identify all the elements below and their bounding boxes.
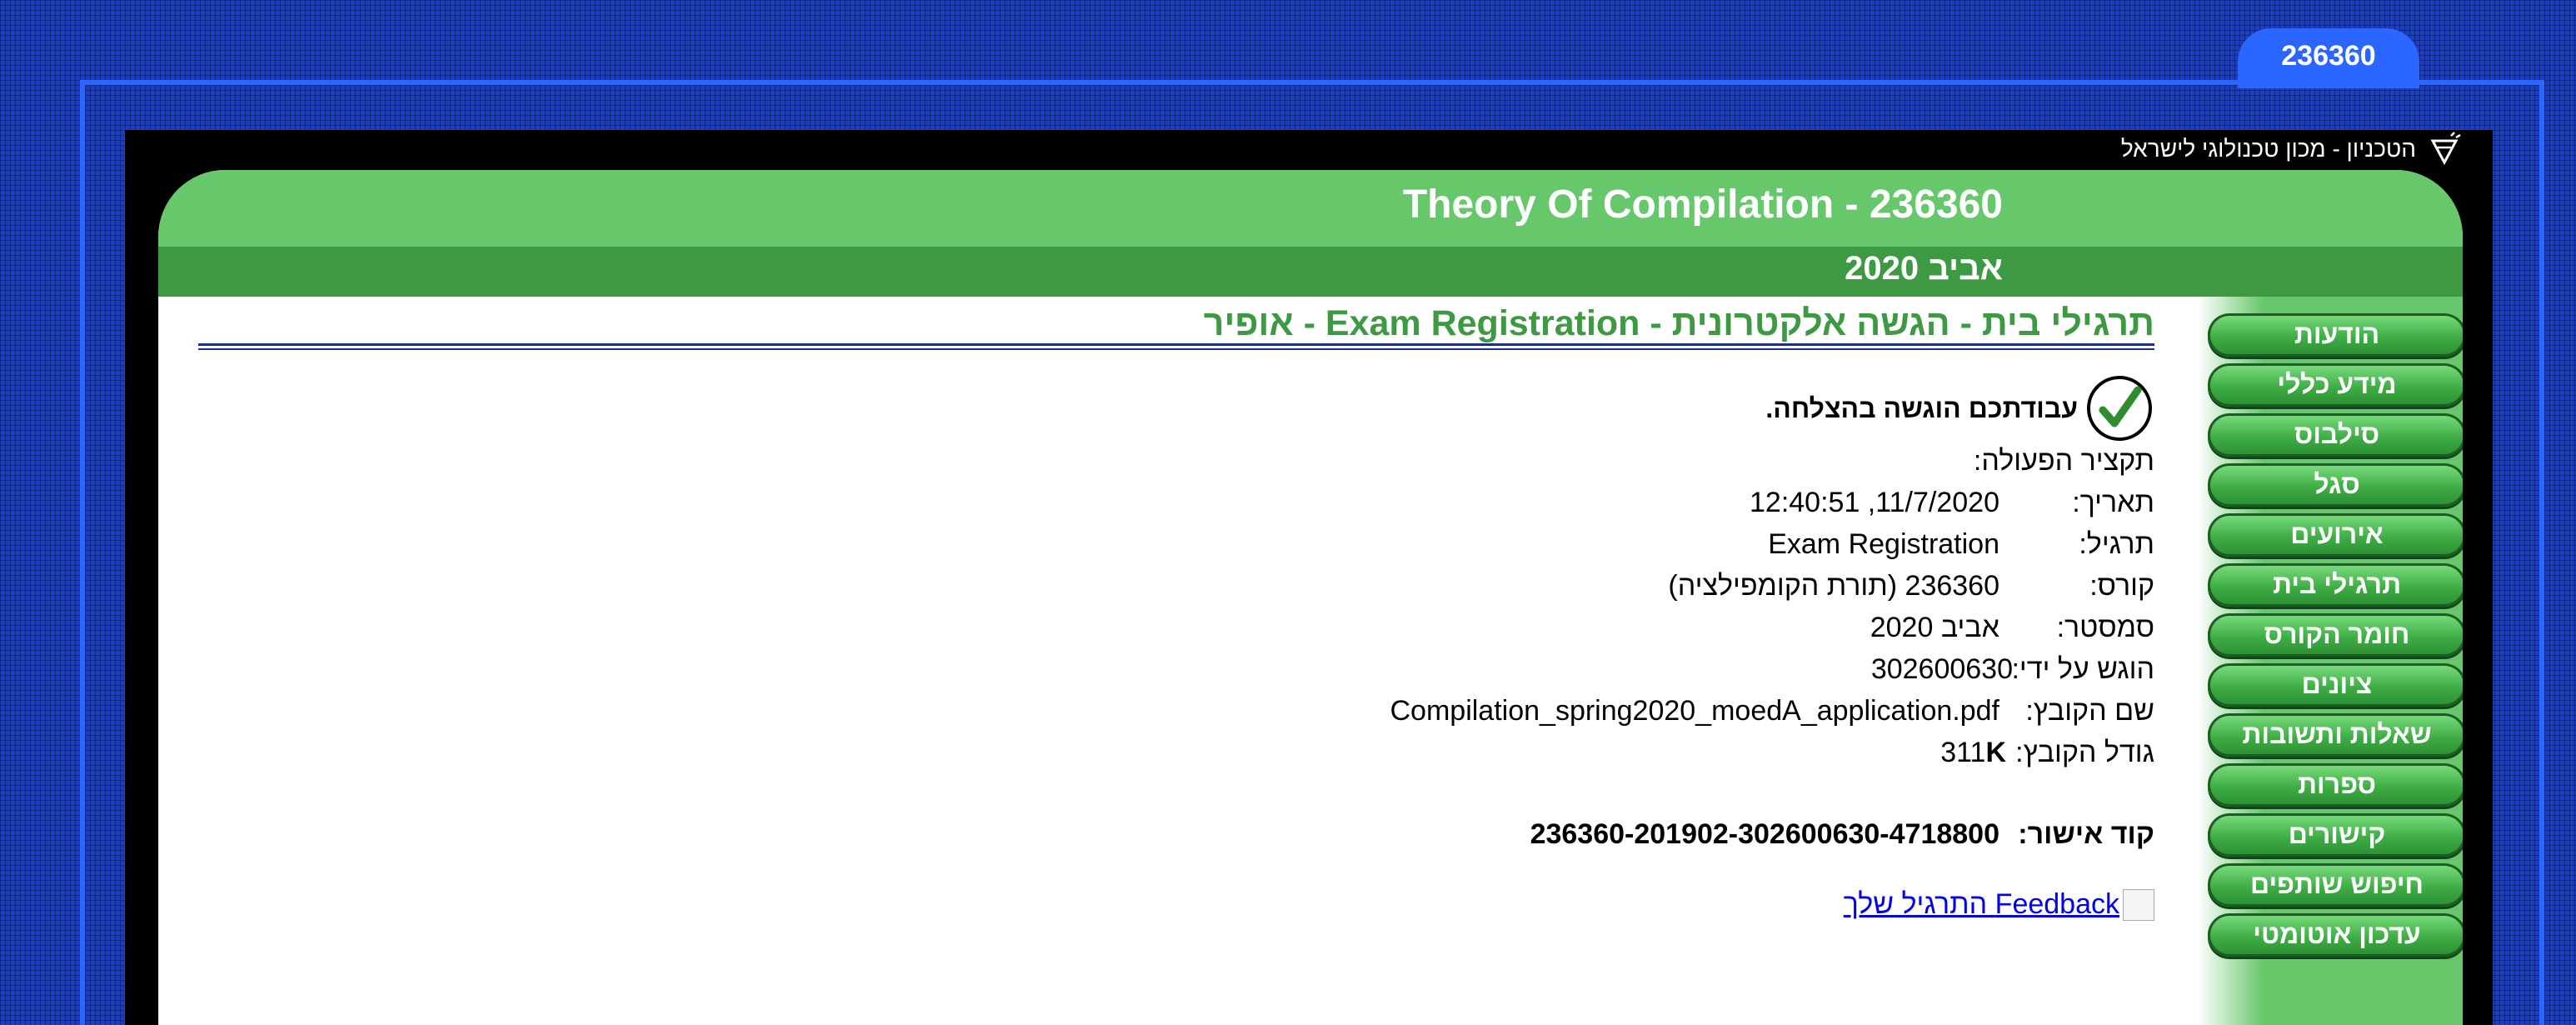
submitted-by-label: הוגש על ידי: (2011, 653, 2154, 685)
heading-divider (198, 343, 2154, 346)
filesize-number: 311 (1940, 737, 1986, 768)
feedback-area: Feedback התרגיל שלך (1844, 888, 2154, 921)
nav-syllabus[interactable]: סילבוס (2208, 413, 2463, 457)
course-label: קורס: (2089, 570, 2154, 602)
nav-announcements[interactable]: הודעות (2208, 313, 2463, 357)
checkmark-icon (2087, 376, 2152, 441)
filesize-unit: K (1985, 737, 2006, 768)
page-heading: תרגילי בית - הגשה אלקטרונית - Exam Regis… (1203, 303, 2154, 343)
nav-auto-update[interactable]: עדכון אוטומטי (2208, 913, 2463, 957)
nav-course-material[interactable]: חומר הקורס (2208, 613, 2463, 657)
exercise-value: Exam Registration (1768, 528, 1999, 560)
approval-code: 236360-201902-302600630-4718800 (1530, 818, 1999, 850)
main-content: Theory Of Compilation - 236360 אביב 2020… (158, 170, 2463, 1025)
semester-header: אביב 2020 (158, 247, 2463, 297)
date-value: 11/7/2020, 12:40:51 (1750, 487, 1999, 518)
filesize-value: 311K (1940, 737, 2006, 769)
nav-faq[interactable]: שאלות ותשובות (2208, 713, 2463, 757)
broken-image-icon (2123, 888, 2154, 921)
heading-divider-thin (198, 348, 2154, 350)
date-label: תאריך: (2072, 487, 2154, 518)
nav-general-info[interactable]: מידע כללי (2208, 363, 2463, 407)
institution-name: הטכניון - מכון טכנולוגי לישראל (2120, 136, 2416, 162)
nav-literature[interactable]: ספרות (2208, 763, 2463, 807)
institution-bar: הטכניון - מכון טכנולוגי לישראל (2121, 130, 2463, 168)
course-title: Theory Of Compilation - 236360 (1402, 182, 2003, 227)
summary-label: תקציר הפעולה: (1973, 445, 2154, 477)
page-frame: הטכניון - מכון טכנולוגי לישראל Theory Of… (125, 130, 2493, 1025)
approval-label: קוד אישור: (2018, 818, 2154, 850)
submitted-by-value: 302600630 (1870, 653, 2013, 685)
nav-homework[interactable]: תרגילי בית (2208, 563, 2463, 607)
exercise-label: תרגיל: (2079, 528, 2154, 560)
filesize-label: גודל הקובץ: (2015, 737, 2154, 768)
semester-value: אביב 2020 (1870, 612, 1999, 643)
sidebar-nav: הודעות מידע כללי סילבוס סגל אירועים תרגי… (2198, 297, 2463, 1025)
semester-label: סמסטר: (2056, 612, 2154, 643)
nav-staff[interactable]: סגל (2208, 463, 2463, 507)
success-message: עבודתכם הוגשה בהצלחה. (1765, 392, 2078, 423)
filename-label: שם הקובץ: (2025, 695, 2154, 727)
filename-value: Compilation_spring2020_moedA_application… (1390, 695, 2000, 727)
feedback-link[interactable]: Feedback התרגיל שלך (1844, 888, 2119, 921)
nav-partner-search[interactable]: חיפוש שותפים (2208, 863, 2463, 907)
nav-events[interactable]: אירועים (2208, 513, 2463, 557)
course-header: Theory Of Compilation - 236360 (158, 170, 2463, 247)
nav-links[interactable]: קישורים (2208, 813, 2463, 857)
nav-grades[interactable]: ציונים (2208, 663, 2463, 707)
course-value: 236360 (תורת הקומפילציה) (1668, 570, 1999, 602)
semester-title: אביב 2020 (1845, 250, 2003, 287)
success-notice: עבודתכם הוגשה בהצלחה. (1765, 373, 2154, 443)
technion-logo-icon (2430, 132, 2461, 166)
